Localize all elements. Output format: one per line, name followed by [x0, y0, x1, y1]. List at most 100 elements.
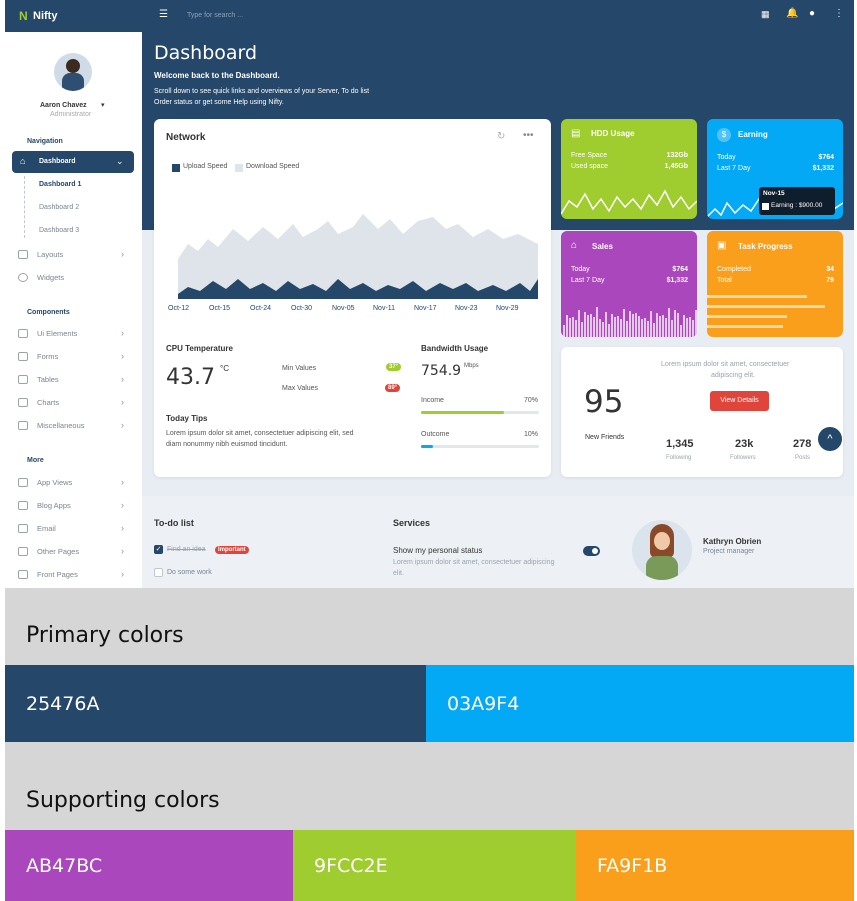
more-dots-icon[interactable]: •••: [523, 130, 534, 141]
monitor-icon: [18, 477, 28, 487]
sales-bar: [650, 311, 652, 337]
sales-bar: [590, 314, 592, 337]
sidebar-item-dashboard-1[interactable]: Dashboard 1: [39, 181, 81, 188]
window-icon: [18, 569, 28, 579]
swatch-label: 25476A: [26, 692, 100, 715]
sidebar-item-label: Layouts: [37, 249, 64, 259]
sidebar-item-label: Email: [37, 523, 56, 533]
table-icon: [18, 374, 28, 384]
swatch-label: AB47BC: [26, 854, 103, 877]
sales-bar: [584, 312, 586, 337]
today-label: Today: [717, 154, 736, 161]
sidebar-item-label: Blog Apps: [37, 500, 71, 510]
menu-icon[interactable]: ☰: [159, 9, 168, 20]
home-icon: ⌂: [20, 156, 26, 166]
outcome-bar: [421, 445, 433, 448]
completed-value: 34: [826, 266, 834, 273]
bell-icon[interactable]: 🔔: [786, 8, 798, 19]
scroll-top-button[interactable]: ^: [818, 427, 842, 451]
sales-bar: [695, 310, 697, 337]
sales-bar: [671, 320, 673, 337]
outcome-track: [421, 445, 539, 448]
chevron-right-icon: ›: [121, 546, 124, 556]
todo-checkbox-2[interactable]: [154, 568, 163, 577]
total-value: 79: [826, 277, 834, 284]
person-role: Project manager: [703, 548, 755, 555]
sales-bar: [635, 313, 637, 337]
hdd-card: ▤ HDD Usage Free Space 132Gb Used space 1,…: [561, 119, 697, 219]
chevron-down-icon: ⌄: [116, 156, 124, 166]
primary-title: Primary colors: [26, 623, 184, 648]
tooltip-date: Nov-15: [763, 190, 785, 197]
ui-icon: [18, 328, 28, 338]
sidebar-item-app-views[interactable]: App Views ›: [12, 472, 136, 492]
sidebar-item-widgets[interactable]: Widgets: [12, 267, 136, 287]
status-toggle[interactable]: [583, 546, 600, 556]
following-label: Following: [666, 455, 692, 461]
user-role: Administrator: [50, 111, 92, 118]
swatch-purple: AB47BC: [5, 830, 293, 901]
sidebar-item-dashboard-3[interactable]: Dashboard 3: [39, 227, 79, 234]
user-icon[interactable]: ●: [809, 8, 815, 19]
sales-bar: [593, 317, 595, 337]
sidebar-item-miscellaneous[interactable]: Miscellaneous ›: [12, 415, 136, 435]
sidebar-item-dashboard-2[interactable]: Dashboard 2: [39, 204, 79, 211]
person-name: Kathryn Obrien: [703, 537, 762, 546]
sidebar-item-layouts[interactable]: Layouts ›: [12, 244, 136, 264]
sidebar-item-label: Front Pages: [37, 569, 78, 579]
task-bar: [707, 305, 825, 308]
tooltip-swatch: [762, 203, 769, 210]
sales-card: ⌂ Sales Today $764 Last 7 Day $1,332: [561, 231, 697, 337]
app-logo: Nifty: [33, 10, 58, 22]
x-tick: Nov-17: [414, 305, 437, 312]
sales-bar: [677, 313, 679, 337]
sidebar-item-blog-apps[interactable]: Blog Apps ›: [12, 495, 136, 515]
sidebar-item-label: Charts: [37, 397, 60, 407]
supporting-section: Supporting colors: [5, 742, 854, 830]
search-input[interactable]: Type for search ...: [187, 12, 243, 19]
sidebar-item-tables[interactable]: Tables ›: [12, 369, 136, 389]
friends-card: Lorem ipsum dolor sit amet, consectetuer…: [561, 347, 843, 477]
more-icon[interactable]: ⋮: [834, 8, 844, 19]
grid-icon[interactable]: ▦: [761, 9, 770, 20]
sales-bar: [614, 317, 616, 337]
sidebar-item-forms[interactable]: Forms ›: [12, 346, 136, 366]
chevron-right-icon: ›: [121, 249, 124, 259]
cpu-value: 43.7: [166, 365, 215, 390]
followers-count: 23k: [735, 438, 754, 450]
max-badge: 89°: [385, 384, 401, 392]
sidebar-item-dashboard[interactable]: ⌂ Dashboard ⌄: [12, 151, 134, 173]
sales-bar: [644, 318, 646, 337]
todo-item-1[interactable]: Find an idea: [167, 546, 206, 553]
sidebar-item-ui-elements[interactable]: Ui Elements ›: [12, 323, 136, 343]
min-label: Min Values: [282, 365, 317, 372]
tips-title: Today Tips: [166, 414, 208, 423]
chevron-right-icon: ›: [121, 477, 124, 487]
lorem-2: adipiscing elit.: [711, 372, 755, 379]
wand-icon: [18, 420, 28, 430]
used-space-value: 1,45Gb: [664, 163, 688, 170]
sidebar-item-other-pages[interactable]: Other Pages ›: [12, 541, 136, 561]
last-7-label: Last 7 Day: [717, 165, 751, 172]
avatar[interactable]: [54, 53, 92, 91]
sidebar-item-front-pages[interactable]: Front Pages ›: [12, 564, 136, 584]
sidebar-item-label: Miscellaneous: [37, 420, 85, 430]
network-card: Network ↻ ••• Upload Speed Download Spee…: [154, 119, 551, 477]
sales-bar: [569, 318, 571, 337]
chevron-down-icon[interactable]: ▾: [101, 101, 105, 109]
refresh-icon[interactable]: ↻: [497, 131, 505, 142]
hdd-icon: ▤: [571, 128, 581, 139]
top-bar: N Nifty ☰ Type for search ... ▦ 🔔 ● ⋮: [5, 0, 854, 32]
nav-heading: Navigation: [27, 138, 63, 145]
earning-tooltip: Nov-15 Earning : $900.00: [759, 187, 835, 215]
view-details-button[interactable]: View Details: [710, 391, 769, 411]
task-bar: [707, 315, 787, 318]
todo-item-2[interactable]: Do some work: [167, 569, 212, 576]
user-name[interactable]: Aaron Chavez: [40, 102, 87, 109]
todo-checkbox-1[interactable]: ✓: [154, 545, 163, 554]
person-avatar[interactable]: [632, 520, 692, 580]
sidebar-item-charts[interactable]: Charts ›: [12, 392, 136, 412]
sales-bar: [563, 325, 565, 337]
services-text-1: Lorem ipsum dolor sit amet, consectetuer…: [393, 559, 555, 566]
sidebar-item-email[interactable]: Email ›: [12, 518, 136, 538]
